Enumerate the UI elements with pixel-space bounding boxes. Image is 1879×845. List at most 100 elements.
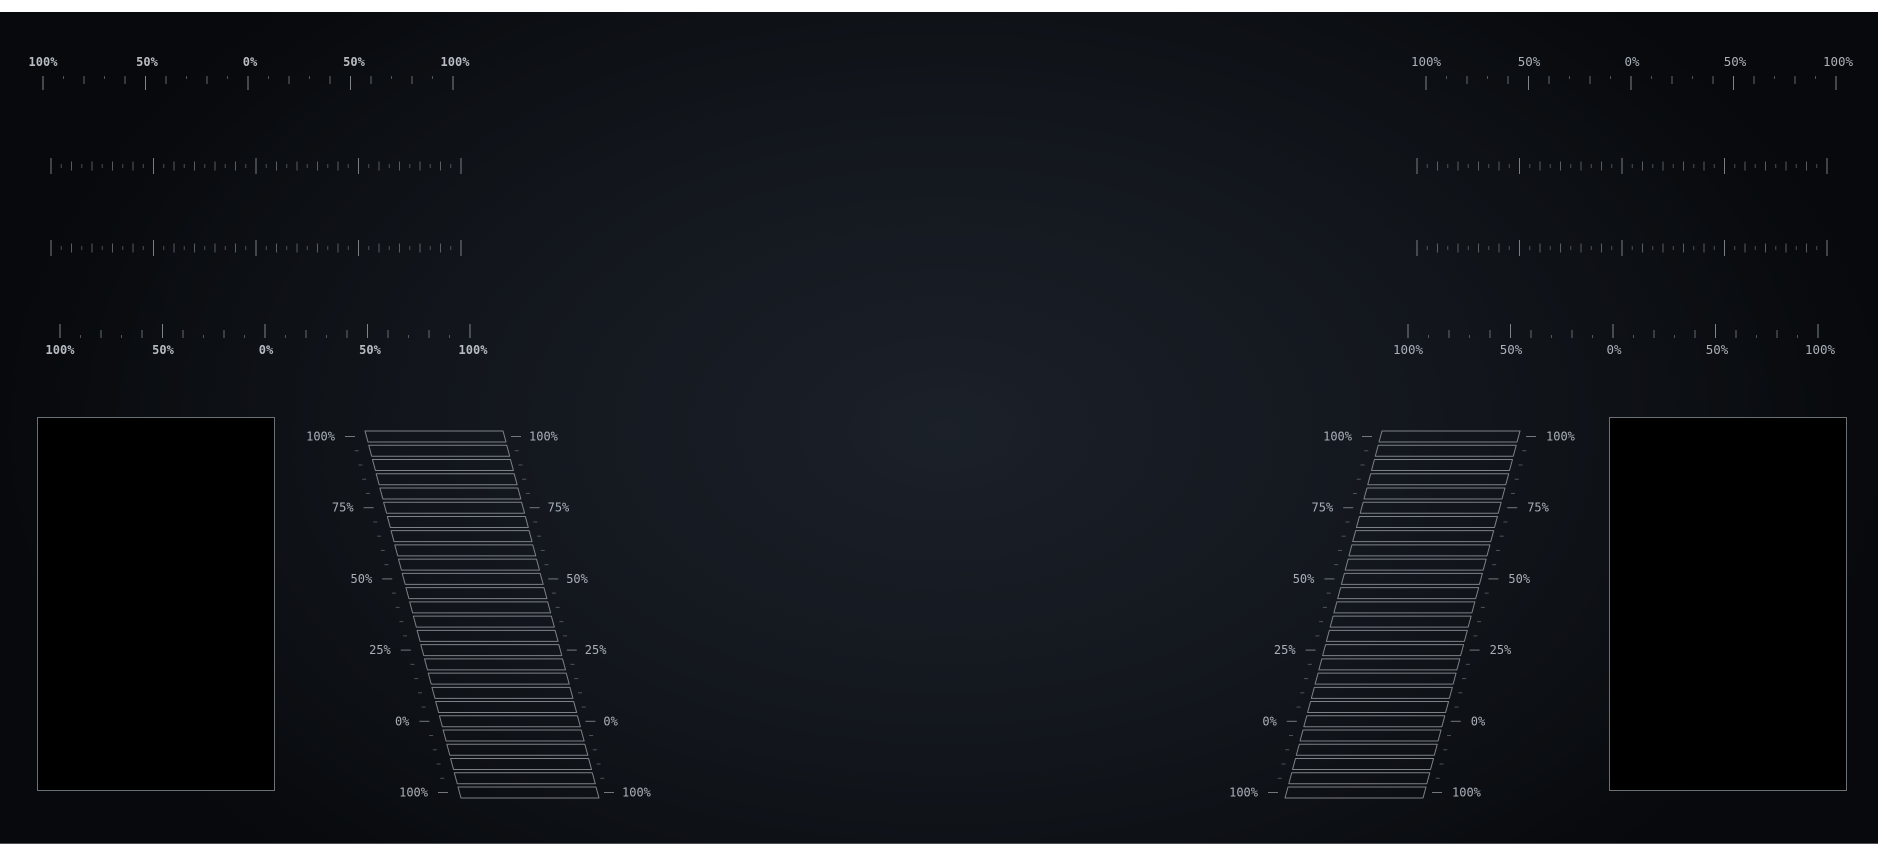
- ladder-bar: [401, 572, 544, 585]
- ladder-bar: [379, 487, 522, 500]
- ladder-bar: [453, 772, 596, 785]
- ladder-bar: [457, 786, 600, 799]
- horizontal-scales: 100% 50% 0% 50% 100% 100% 50% 0% 50% 100% 100% 50% 0…: [29, 54, 1854, 357]
- ladder-label-outer: 0%: [1262, 714, 1277, 728]
- scale-label: 50%: [1518, 54, 1541, 69]
- ladder-bar: [394, 544, 537, 557]
- ladder-label-outer: 0%: [395, 714, 410, 728]
- ladder-bar: [1355, 515, 1498, 528]
- ladder-label-outer: 100%: [1229, 786, 1259, 800]
- ladder-gauges: 100% 100%75% 75%50% 50%25% 25%0% 0%100% 100%10…: [306, 430, 1576, 800]
- left-mid-scale-1: [50, 158, 462, 174]
- ladder-bar: [1314, 672, 1457, 685]
- ladder-bar: [1374, 444, 1517, 457]
- ladder-bar: [1310, 686, 1453, 699]
- scale-label: 100%: [1411, 54, 1442, 69]
- ladder-bar: [1307, 701, 1450, 714]
- right-bottom-scale-labels: 100% 50% 0% 50% 100%: [1393, 342, 1836, 357]
- ladder-bar: [446, 743, 589, 756]
- ladder-label-inner: 0%: [603, 714, 618, 728]
- ladder-bar: [1318, 658, 1461, 671]
- left-top-scale-labels: 100% 50% 0% 50% 100%: [29, 55, 471, 69]
- ladder-bar: [1333, 601, 1476, 614]
- scale-label: 50%: [1706, 342, 1729, 357]
- ladder-bar: [375, 473, 518, 486]
- ladder-label-inner: 100%: [1452, 786, 1482, 800]
- scale-label: 100%: [1805, 342, 1836, 357]
- ladder-bar: [1359, 501, 1502, 514]
- scale-label: 50%: [359, 343, 381, 357]
- scale-label: 100%: [441, 55, 471, 69]
- ladder-bar: [390, 530, 533, 543]
- ladder-bar: [427, 672, 570, 685]
- scale-label: 100%: [46, 343, 76, 357]
- left-bottom-scale-labels: 100% 50% 0% 50% 100%: [46, 343, 489, 357]
- ladder-bar: [420, 644, 563, 657]
- hud-overlay: 100% 50% 0% 50% 100% 100% 50% 0% 50% 100% 100% 50% 0…: [29, 54, 1854, 800]
- scale-label: 0%: [1606, 342, 1622, 357]
- scale-label: 50%: [1500, 342, 1523, 357]
- scale-label: 100%: [1823, 54, 1854, 69]
- ladder-bar: [1295, 743, 1438, 756]
- right-display-panel: [1609, 417, 1847, 791]
- ladder-bar: [1363, 487, 1506, 500]
- ladder-bar: [1378, 430, 1521, 443]
- scale-label: 0%: [1624, 54, 1640, 69]
- left-display-panel: [37, 417, 275, 791]
- ladder-bar: [1325, 629, 1468, 642]
- ladder-bar: [412, 615, 555, 628]
- right-ladder-gauge: 100% 100% 75% 75% 50% 50% 25% 25% 0% 0% 100% 100%: [1229, 430, 1576, 800]
- ladder-bar: [1344, 558, 1487, 571]
- ladder-label-outer: 25%: [369, 643, 391, 657]
- ladder-label-outer: 100%: [1323, 430, 1353, 444]
- ladder-bar: [1322, 644, 1465, 657]
- ladder-bar: [1337, 587, 1480, 600]
- ladder-bar: [1303, 715, 1446, 728]
- ladder-bar: [1329, 615, 1472, 628]
- ladder-bar: [1370, 458, 1513, 471]
- ladder-label-inner: 100%: [1546, 430, 1576, 444]
- ladder-label-outer: 25%: [1274, 643, 1296, 657]
- ladder-bar: [1340, 572, 1483, 585]
- scale-label: 0%: [243, 55, 258, 69]
- ladder-bar: [371, 458, 514, 471]
- left-ladder-gauge: 100% 100% 75% 75% 50% 50% 25% 25% 0% 0% 100% 100%: [306, 430, 652, 800]
- ladder-label-outer: 100%: [399, 786, 429, 800]
- hud-stage: 100% 50% 0% 50% 100% 100% 50% 0% 50% 100% 100% 50% 0…: [0, 12, 1878, 844]
- ladder-bar: [424, 658, 567, 671]
- scale-label: 50%: [136, 55, 158, 69]
- ladder-bar: [1348, 544, 1491, 557]
- ladder-bar: [450, 758, 593, 771]
- ladder-label-inner: 25%: [1490, 643, 1512, 657]
- scale-label: 50%: [343, 55, 365, 69]
- right-bottom-scale: [1407, 324, 1819, 338]
- ladder-bar: [442, 729, 585, 742]
- scale-label: 100%: [29, 55, 59, 69]
- ladder-bar: [1299, 729, 1442, 742]
- right-top-scale-labels: 100% 50% 0% 50% 100%: [1411, 54, 1854, 69]
- right-mid-scale-2: [1416, 240, 1828, 256]
- ladder-bar: [1367, 473, 1510, 486]
- ladder-bar: [364, 430, 507, 443]
- scale-label: 0%: [259, 343, 274, 357]
- ladder-bar: [405, 587, 548, 600]
- ladder-bar: [1288, 772, 1431, 785]
- left-mid-scale-2: [50, 240, 462, 256]
- scale-label: 50%: [1724, 54, 1747, 69]
- ladder-bar: [435, 701, 578, 714]
- ladder-bar: [1352, 530, 1495, 543]
- ladder-label-outer: 50%: [351, 572, 373, 586]
- right-mid-scale-1: [1416, 158, 1828, 174]
- ladder-label-outer: 75%: [332, 501, 354, 515]
- ladder-label-inner: 75%: [548, 501, 570, 515]
- ladder-bar: [1292, 758, 1435, 771]
- ladder-label-outer: 100%: [306, 430, 336, 444]
- scale-label: 100%: [1393, 342, 1424, 357]
- left-bottom-scale: [59, 324, 471, 338]
- scale-label: 50%: [152, 343, 174, 357]
- ladder-bar: [431, 686, 574, 699]
- ladder-bar: [386, 515, 529, 528]
- ladder-label-inner: 100%: [622, 786, 652, 800]
- ladder-bar: [438, 715, 581, 728]
- right-top-scale: [1425, 76, 1837, 90]
